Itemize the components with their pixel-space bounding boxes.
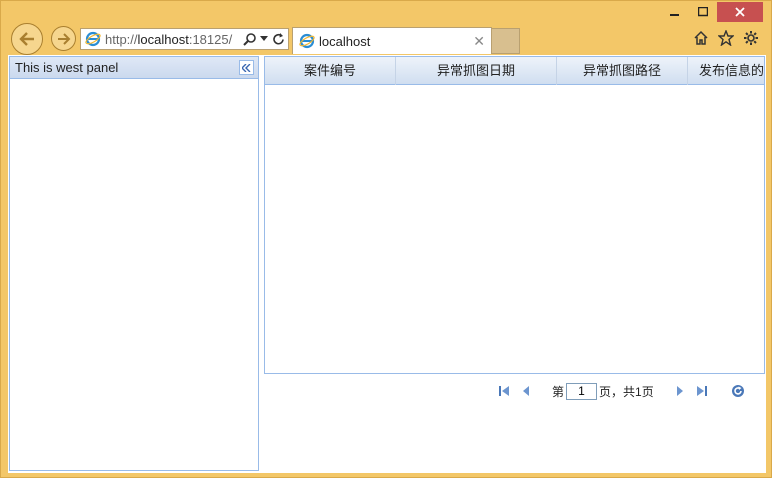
url-scheme: http:// xyxy=(105,31,138,47)
grid-header: 案件编号 异常抓图日期 异常抓图路径 发布信息的单位 xyxy=(265,57,764,85)
new-tab-button[interactable] xyxy=(492,28,520,54)
ie-icon xyxy=(299,33,315,49)
last-page-icon xyxy=(696,386,707,396)
west-panel-title: This is west panel xyxy=(15,60,119,75)
browser-tab[interactable]: localhost ✕ xyxy=(292,27,492,54)
address-tools xyxy=(243,32,285,46)
dropdown-icon[interactable] xyxy=(260,36,268,42)
address-bar[interactable]: http://localhost:18125/ xyxy=(80,28,289,50)
page-content: This is west panel 案件编号 异常抓图日期 异常抓图路径 发布… xyxy=(8,55,766,473)
reload-icon xyxy=(731,385,744,397)
column-header-publisher[interactable]: 发布信息的单位 xyxy=(688,57,764,85)
collapse-icon xyxy=(242,63,251,72)
first-page-button[interactable] xyxy=(496,383,512,399)
grid-body xyxy=(265,85,764,373)
back-icon xyxy=(19,32,34,46)
next-page-button[interactable] xyxy=(672,383,688,399)
prev-page-icon xyxy=(523,386,529,396)
tab-close-icon[interactable]: ✕ xyxy=(473,33,485,50)
prev-page-button[interactable] xyxy=(518,383,534,399)
page-label-suffix: 页，共1页 xyxy=(599,384,654,399)
reload-button[interactable] xyxy=(730,383,746,399)
maximize-icon xyxy=(698,7,708,17)
first-page-icon xyxy=(499,386,509,396)
maximize-button[interactable] xyxy=(689,2,717,22)
url-rest: :18125/ xyxy=(188,31,233,47)
browser-toolbar-icons xyxy=(693,30,759,46)
favorites-icon[interactable] xyxy=(718,30,734,46)
home-icon[interactable] xyxy=(693,30,709,46)
browser-window: http://localhost:18125/ localhost ✕ This… xyxy=(0,0,772,478)
navigation-bar: http://localhost:18125/ localhost ✕ xyxy=(1,23,772,55)
tab-title: localhost xyxy=(319,33,371,49)
collapse-button[interactable] xyxy=(239,60,254,75)
back-button[interactable] xyxy=(11,23,43,55)
settings-icon[interactable] xyxy=(743,30,759,46)
pagination-bar: 第 页，共1页 xyxy=(496,380,756,402)
west-panel-header: This is west panel xyxy=(10,57,258,79)
minimize-icon xyxy=(670,14,679,16)
west-panel: This is west panel xyxy=(9,56,259,471)
column-header-capture-path[interactable]: 异常抓图路径 xyxy=(557,57,688,85)
address-url[interactable]: http://localhost:18125/ xyxy=(105,32,241,47)
search-icon[interactable] xyxy=(243,32,256,46)
column-header-case-id[interactable]: 案件编号 xyxy=(265,57,396,85)
close-window-button[interactable] xyxy=(717,2,763,22)
next-page-icon xyxy=(676,386,683,396)
column-header-capture-date[interactable]: 异常抓图日期 xyxy=(396,57,557,85)
last-page-button[interactable] xyxy=(694,383,710,399)
ie-icon xyxy=(85,31,101,47)
window-controls xyxy=(661,2,763,22)
close-icon xyxy=(735,7,745,17)
forward-button[interactable] xyxy=(51,26,76,51)
refresh-icon[interactable] xyxy=(272,32,285,46)
forward-icon xyxy=(57,32,70,45)
url-host: localhost xyxy=(137,31,189,47)
page-number-input[interactable] xyxy=(566,382,598,400)
data-grid: 案件编号 异常抓图日期 异常抓图路径 发布信息的单位 xyxy=(264,56,765,374)
page-label-prefix: 第 xyxy=(552,384,565,399)
minimize-button[interactable] xyxy=(661,2,689,22)
